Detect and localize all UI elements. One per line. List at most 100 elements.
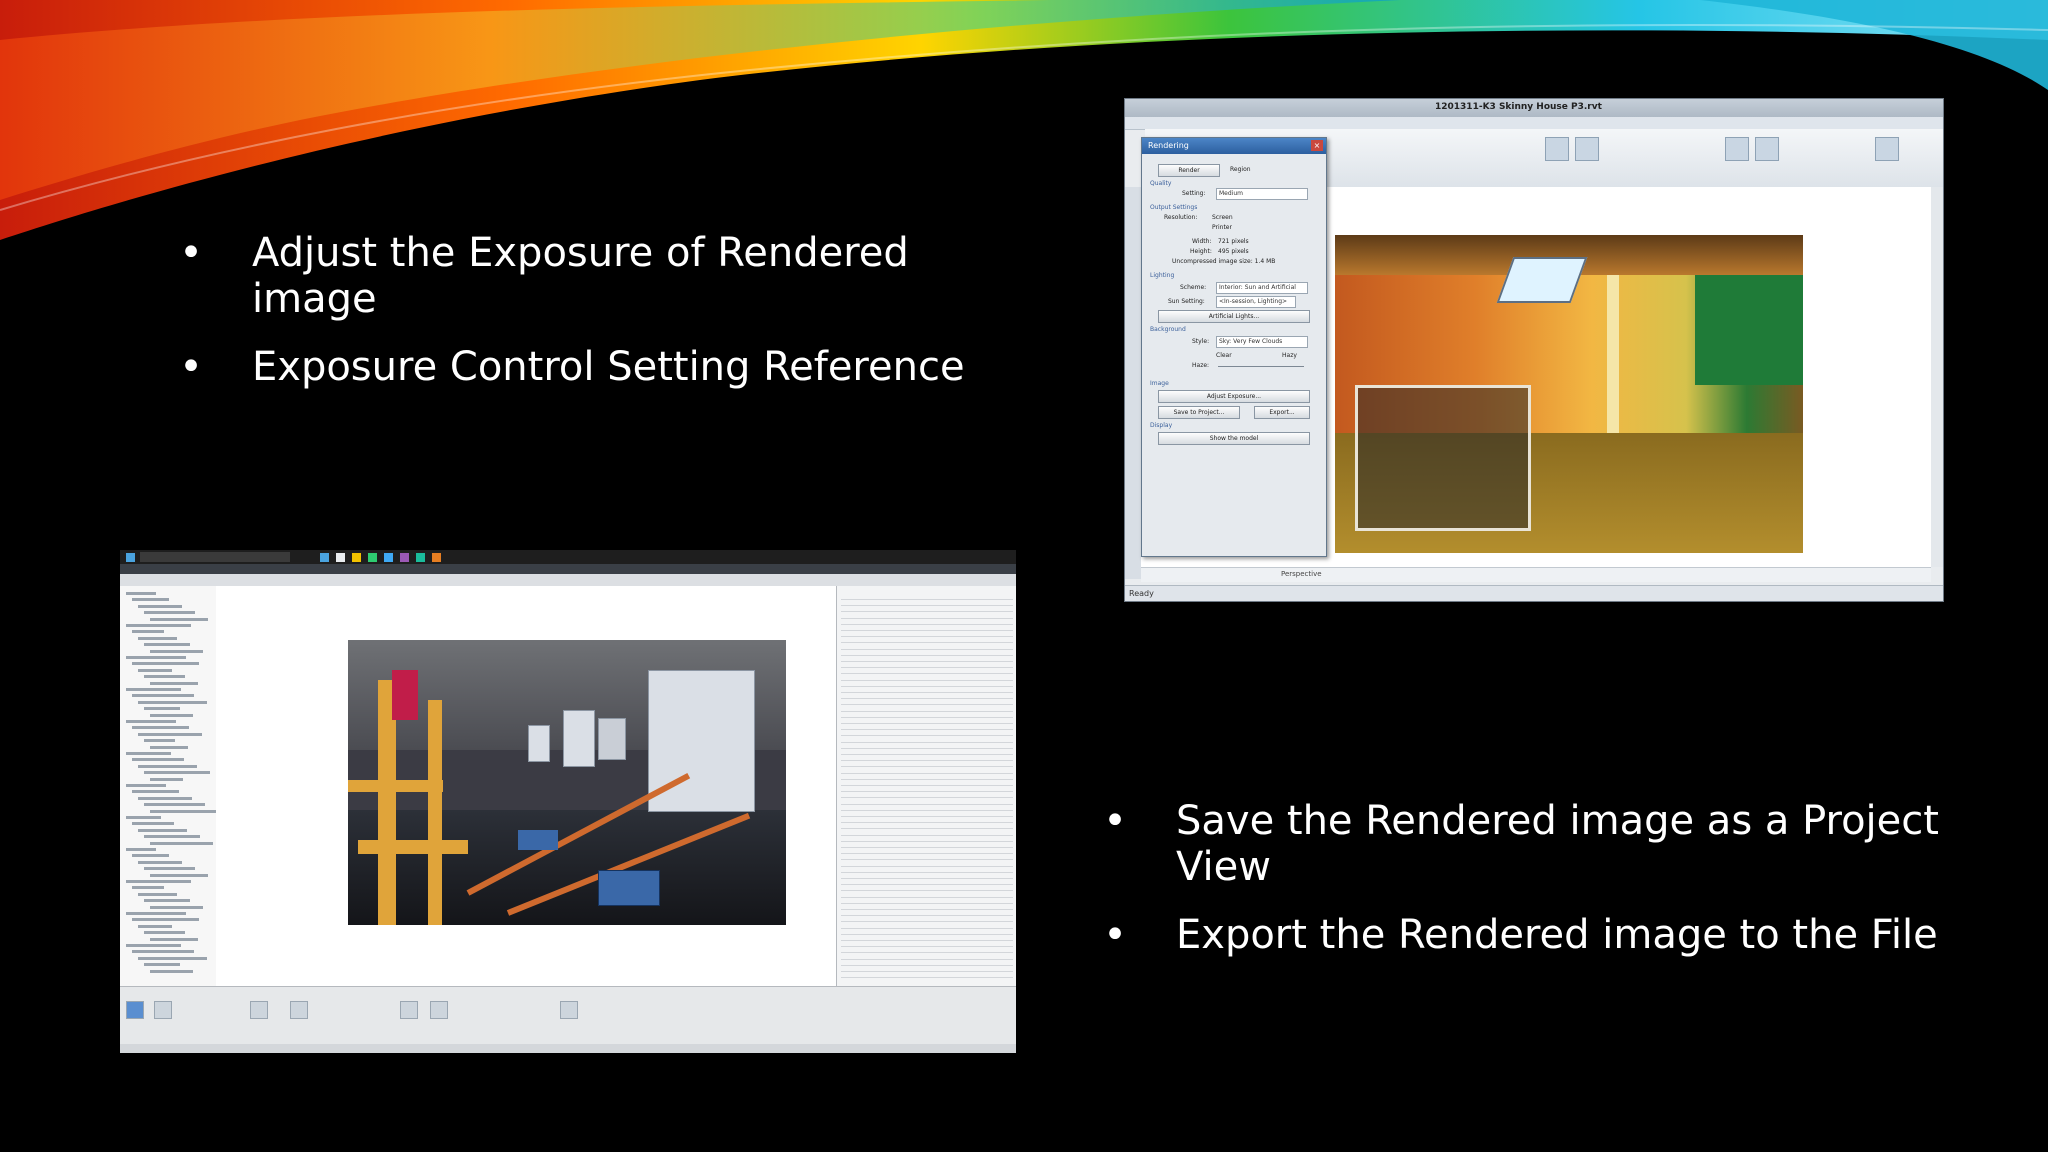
tree-item-line [138, 732, 202, 736]
quality-group-label: Quality [1150, 180, 1172, 187]
tree-item-line [144, 643, 190, 647]
tree-item-line [150, 681, 198, 685]
property-row [841, 780, 1013, 786]
printer-radio[interactable]: Printer [1212, 224, 1232, 231]
taskbar-app-icon[interactable] [400, 553, 409, 562]
bullet-text: Exposure Control Setting Reference [252, 344, 965, 390]
background-style-select[interactable]: Sky: Very Few Clouds [1216, 336, 1308, 348]
bullet-item: • Export the Rendered image to the File [1100, 912, 1980, 958]
tree-item-line [144, 835, 200, 839]
tree-item-line [132, 726, 189, 730]
property-row [841, 941, 1013, 948]
tool-icon[interactable] [430, 1001, 448, 1019]
tree-item-line [132, 598, 169, 602]
property-row [841, 737, 1013, 743]
rendering-dialog: Rendering × Render Region Quality Settin… [1141, 137, 1327, 557]
bullet-marker: • [1103, 912, 1127, 958]
haze-slider[interactable] [1218, 366, 1304, 367]
property-row [841, 743, 1013, 749]
width-value: 721 pixels [1218, 238, 1249, 245]
tree-item-line [144, 899, 190, 903]
property-row [841, 619, 1013, 625]
sun-setting-field[interactable]: <In-session, Lighting> [1216, 296, 1296, 308]
tree-item-line [132, 790, 179, 794]
tool-icon[interactable] [250, 1001, 268, 1019]
quality-setting-select[interactable]: Medium [1216, 188, 1308, 200]
taskbar-app-icon[interactable] [416, 553, 425, 562]
property-row [841, 842, 1013, 848]
taskbar-app-icon[interactable] [352, 553, 361, 562]
bullet-item: • Save the Rendered image as a Project V… [1100, 798, 1980, 890]
property-row [841, 730, 1013, 737]
tool-icon[interactable] [560, 1001, 578, 1019]
hazy-label: Hazy [1282, 352, 1297, 359]
tool-icon[interactable] [154, 1001, 172, 1019]
property-row [841, 947, 1013, 954]
bullet-list-top: • Adjust the Exposure of Rendered image … [176, 230, 976, 412]
property-row [841, 606, 1013, 613]
adjust-exposure-button[interactable]: Adjust Exposure... [1158, 390, 1310, 403]
property-row [841, 861, 1013, 867]
bullet-list-bottom: • Save the Rendered image as a Project V… [1100, 798, 1980, 980]
save-to-project-button[interactable]: Save to Project... [1158, 406, 1240, 419]
revit-browser-strip [1125, 187, 1142, 579]
property-row [841, 600, 1013, 607]
tree-item-line [144, 739, 175, 743]
taskbar-app-icon[interactable] [368, 553, 377, 562]
property-row [841, 854, 1013, 861]
render-cart [518, 830, 558, 850]
property-row [841, 848, 1013, 855]
tool-icon[interactable] [400, 1001, 418, 1019]
taskbar-app-icon[interactable] [336, 553, 345, 562]
tree-item-line [126, 880, 191, 883]
tree-item-line [138, 668, 172, 672]
property-row [841, 960, 1013, 966]
tree-item-line [126, 912, 186, 915]
tool-icon[interactable] [126, 1001, 144, 1019]
render-button[interactable]: Render [1158, 164, 1220, 177]
property-row [841, 817, 1013, 824]
render-duct-box [598, 718, 626, 760]
tree-item-line [138, 956, 207, 960]
tree-item-line [138, 636, 177, 640]
dialog-title: Rendering [1148, 141, 1189, 150]
taskbar-app-icon[interactable] [320, 553, 329, 562]
render-green-wall [1695, 275, 1803, 385]
close-icon[interactable]: × [1311, 140, 1323, 151]
bullet-text: Save the Rendered image as a Project Vie… [1176, 798, 1939, 890]
show-model-button[interactable]: Show the model [1158, 432, 1310, 445]
resolution-label: Resolution: [1164, 214, 1198, 221]
property-row [841, 668, 1013, 675]
screen-radio[interactable]: Screen [1212, 214, 1233, 221]
view-type-label: Perspective [1281, 570, 1322, 578]
style-label: Style: [1192, 338, 1210, 345]
property-row [841, 966, 1013, 972]
export-button[interactable]: Export... [1254, 406, 1310, 419]
tree-item-line [126, 752, 171, 755]
tree-item-line [150, 713, 193, 717]
property-row [841, 923, 1013, 929]
property-row [841, 613, 1013, 619]
bullet-text: Adjust the Exposure of Rendered image [252, 230, 909, 322]
render-red-equipment [392, 670, 418, 720]
tree-item-line [132, 694, 194, 698]
property-row [841, 867, 1013, 873]
tree-item-line [150, 873, 208, 877]
rendered-interior-image [1335, 235, 1803, 553]
tree-item-line [126, 848, 156, 851]
bottom-tool-panel [120, 986, 1016, 1045]
ribbon-icon [1545, 137, 1569, 161]
taskbar-app-icon[interactable] [384, 553, 393, 562]
property-row [841, 662, 1013, 669]
property-row [841, 811, 1013, 817]
taskbar-app-icon[interactable] [432, 553, 441, 562]
region-checkbox-label[interactable]: Region [1230, 166, 1251, 173]
tree-item-line [132, 854, 169, 858]
artificial-lights-button[interactable]: Artificial Lights... [1158, 310, 1310, 323]
property-row [841, 799, 1013, 805]
scheme-select[interactable]: Interior: Sun and Artificial [1216, 282, 1308, 294]
bullet-marker: • [179, 230, 203, 276]
property-row [841, 594, 1013, 600]
tool-icon[interactable] [290, 1001, 308, 1019]
tree-item-line [150, 745, 188, 749]
